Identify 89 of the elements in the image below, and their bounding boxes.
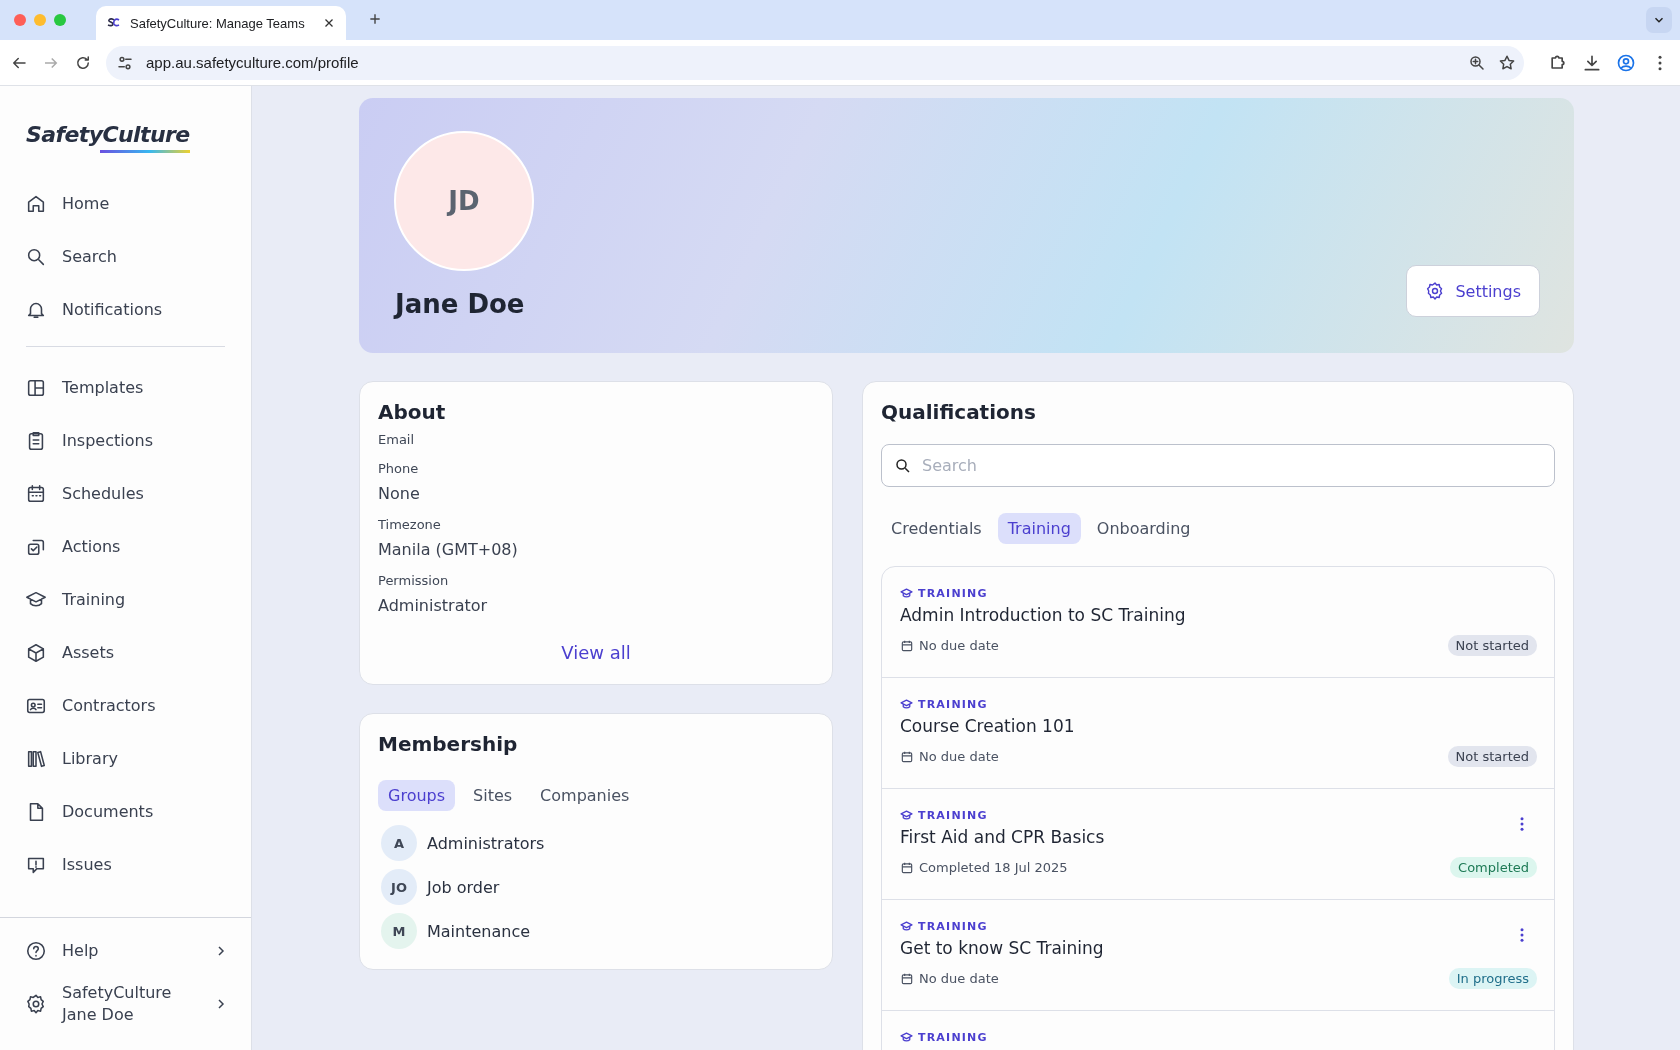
profile-icon[interactable] — [1616, 52, 1636, 73]
nav-item[interactable]: Documents — [0, 785, 251, 838]
tab[interactable]: Training — [997, 513, 1081, 544]
nav-item[interactable]: Home — [0, 177, 251, 230]
item-type-label: TRAINING — [900, 919, 988, 933]
item-title: First Aid and CPR Basics — [900, 827, 1106, 847]
tab-title: SafetyCulture: Manage Teams — [130, 15, 306, 31]
group-name: Job order — [427, 877, 500, 897]
help-icon — [25, 940, 47, 962]
bookmark-star-icon[interactable] — [1498, 53, 1516, 72]
field-value: None — [378, 484, 421, 503]
item-title: Admin Introduction to SC Training — [900, 605, 1187, 625]
calendar-icon — [900, 860, 914, 875]
status-badge: Completed — [1450, 857, 1537, 878]
nav-item[interactable]: Contractors — [0, 679, 251, 732]
due-date: No due date — [900, 749, 999, 764]
search-field[interactable]: Search — [881, 444, 1555, 487]
training-list-item[interactable]: TRAINING Get to know SC Training No due date In progress — [882, 900, 1554, 1011]
nav-item[interactable]: Issues — [0, 838, 251, 891]
field-label: Email — [378, 432, 416, 447]
field-value: Administrator — [378, 596, 489, 615]
field-label: Timezone — [378, 517, 442, 532]
group-avatar: M — [381, 913, 417, 949]
nav-item[interactable]: Training — [0, 573, 251, 626]
item-title: Get to know SC Training — [900, 938, 1105, 958]
status-badge: Not started — [1447, 635, 1537, 656]
nav-item[interactable]: Inspections — [0, 414, 251, 467]
graduation-cap-icon — [900, 919, 913, 933]
graduation-cap-icon — [900, 697, 913, 711]
nav-item[interactable]: Actions — [0, 520, 251, 573]
nav-item[interactable]: Assets — [0, 626, 251, 679]
card-title: Qualifications — [881, 400, 1037, 424]
item-title: Course Creation 101 — [900, 716, 1076, 736]
plus-icon — [368, 11, 382, 26]
avatar: JD — [394, 131, 534, 271]
group-avatar: JO — [381, 869, 417, 905]
graduation-cap-icon — [900, 586, 913, 600]
settings-button[interactable]: Settings — [1406, 265, 1540, 317]
tab[interactable]: Onboarding — [1086, 513, 1201, 544]
item-type-label: TRAINING — [900, 697, 988, 711]
item-type-label: TRAINING — [900, 808, 988, 822]
due-date: Completed 18 Jul 2025 — [900, 860, 1068, 875]
training-list-item[interactable]: TRAINING First Aid and CPR Basics Completed 18 Jul 2025 Completed — [882, 789, 1554, 900]
logo[interactable]: SafetyCulture — [26, 122, 190, 153]
nav-item[interactable]: Notifications — [0, 283, 251, 336]
site-favicon-icon — [106, 18, 120, 28]
url-text: app.au.safetyculture.com/profile — [146, 54, 360, 71]
calendar-icon — [900, 749, 914, 764]
due-date: No due date — [900, 638, 999, 653]
tab[interactable]: Groups — [378, 780, 456, 811]
tab[interactable]: Credentials — [881, 513, 992, 544]
tab[interactable]: Sites — [463, 780, 523, 811]
nav-item[interactable]: Library — [0, 732, 251, 785]
group-avatar: A — [381, 825, 417, 861]
calendar-icon — [900, 638, 914, 653]
field-label: Phone — [378, 461, 420, 476]
training-list-item[interactable]: TRAINING Admin Introduction to SC Training No due date Not started — [882, 567, 1554, 678]
status-badge: Not started — [1447, 746, 1537, 767]
account-menu-item[interactable]: SafetyCulture Jane Doe — [0, 972, 251, 1036]
view-all-link[interactable]: View all — [555, 641, 637, 664]
status-badge: In progress — [1448, 968, 1537, 989]
graduation-cap-icon — [900, 1030, 913, 1044]
calendar-icon — [25, 482, 47, 505]
tab-search-button[interactable] — [1646, 7, 1672, 33]
tab[interactable]: Companies — [530, 780, 640, 811]
calendar-icon — [900, 971, 914, 986]
group-name: Maintenance — [427, 921, 531, 941]
group-name: Administrators — [427, 833, 545, 853]
gear-icon — [25, 993, 47, 1015]
nav-item[interactable]: Schedules — [0, 467, 251, 520]
profile-name: Jane Doe — [395, 289, 526, 319]
card-title: Membership — [378, 732, 519, 756]
help-menu-item[interactable]: Help — [0, 930, 251, 972]
graduation-cap-icon — [900, 808, 913, 822]
reload-icon[interactable] — [74, 53, 92, 72]
field-value: Manila (GMT+08) — [378, 540, 519, 559]
cube-icon — [25, 641, 47, 664]
item-type-label: TRAINING — [900, 1030, 988, 1044]
training-list-item[interactable]: TRAINING Course Creation 101 No due date Not started — [882, 678, 1554, 789]
nav-item[interactable]: Search — [0, 230, 251, 283]
address-bar[interactable]: app.au.safetyculture.com/profile — [106, 45, 1524, 80]
training-list-item[interactable]: TRAINING — [882, 1011, 1554, 1050]
browser-tab[interactable]: SafetyCulture: Manage Teams — [96, 6, 346, 40]
card-title: About — [378, 400, 447, 424]
item-type-label: TRAINING — [900, 586, 988, 600]
nav-item[interactable]: Templates — [0, 361, 251, 414]
field-label: Permission — [378, 573, 450, 588]
zoom-icon[interactable] — [1468, 53, 1486, 72]
due-date: No due date — [900, 971, 999, 986]
